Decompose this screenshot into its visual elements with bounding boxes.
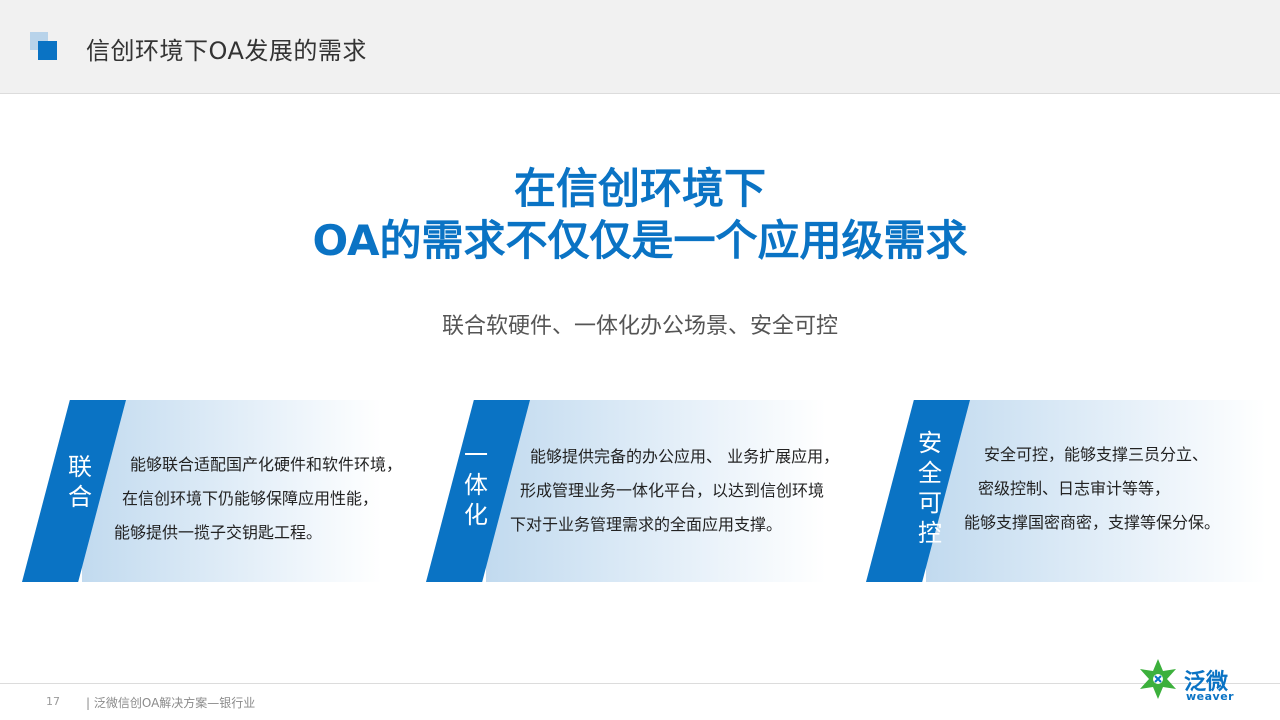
footer-divider [0,683,1280,684]
title-square-dark [38,41,57,60]
card-line: 能够提供完备的办公应用、 业务扩展应用， [530,447,840,466]
page-number: 17 [46,695,60,708]
card-line: 安全可控，能够支撑三员分立、 [984,445,1209,464]
card-line: 能够提供一揽子交钥匙工程。 [114,523,323,542]
card-joint-hardware-software: 联 合 能够联合适配国产化硬件和软件环境， 在信创环境下仍能够保障应用性能， 能… [22,400,402,582]
headline-line-2: OA的需求不仅仅是一个应用级需求 [312,216,968,265]
card-integrated-office: 一 体 化 能够提供完备的办公应用、 业务扩展应用， 形成管理业务一体化平台，以… [426,400,839,582]
card-description: 能够联合适配国产化硬件和软件环境， 在信创环境下仍能够保障应用性能， 能够提供一… [114,448,402,550]
card-label: 一 体 化 [464,441,488,529]
subheadline: 联合软硬件、一体化办公场景、安全可控 [441,314,838,339]
card-line: 下对于业务管理需求的全面应用支撑。 [510,515,783,534]
headline-line-1: 在信创环境下 [513,164,766,213]
footer-text: | 泛微信创OA解决方案—银行业 [86,696,256,710]
card-description: 安全可控，能够支撑三员分立、 密级控制、日志审计等等， 能够支撑国密商密，支撑等… [964,438,1220,540]
card-label: 联 合 [68,453,92,511]
card-line: 形成管理业务一体化平台，以达到信创环境 [520,481,825,500]
card-description: 能够提供完备的办公应用、 业务扩展应用， 形成管理业务一体化平台，以达到信创环境… [510,440,839,542]
card-label: 安 全 可 控 [918,429,942,547]
headline: 在信创环境下 OA的需求不仅仅是一个应用级需求 [0,163,1280,267]
logo-text-en: weaver [1186,690,1235,703]
title-bar: 信创环境下OA发展的需求 [0,0,1280,94]
card-line: 密级控制、日志审计等等， [978,479,1171,498]
card-line: 能够支撑国密商密，支撑等保分保。 [964,513,1221,532]
card-security-control: 安 全 可 控 安全可控，能够支撑三员分立、 密级控制、日志审计等等， 能够支撑… [866,400,1266,582]
card-line: 在信创环境下仍能够保障应用性能， [122,489,379,508]
card-line: 能够联合适配国产化硬件和软件环境， [130,455,403,474]
page-title: 信创环境下OA发展的需求 [86,37,367,65]
